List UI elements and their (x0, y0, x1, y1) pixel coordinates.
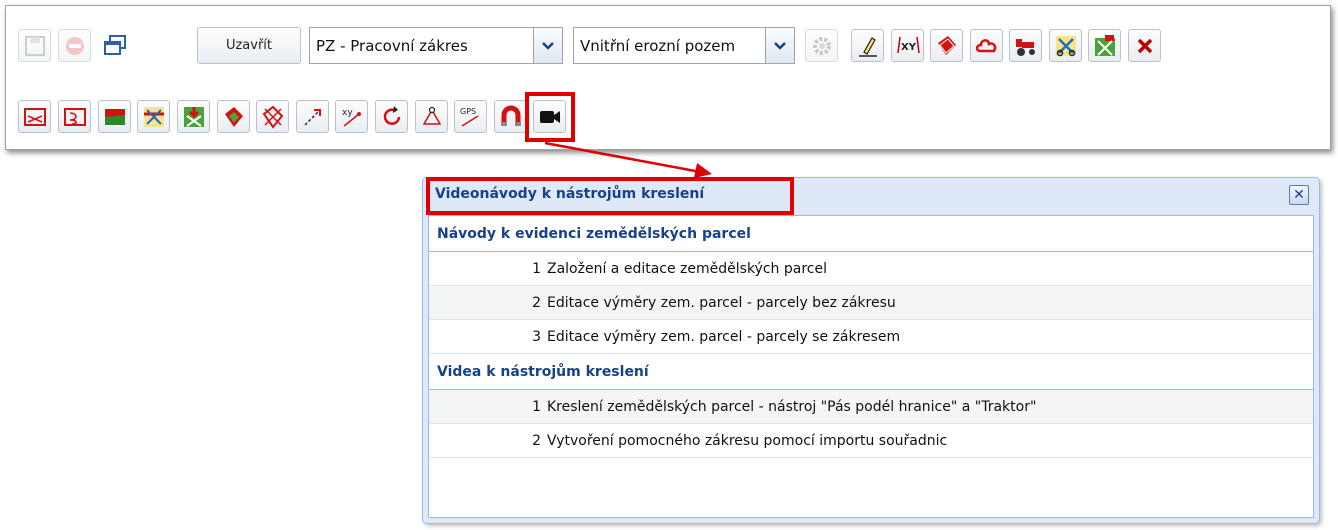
close-panel-button[interactable]: ✕ (1289, 185, 1309, 205)
tutorial-number: 1 (532, 399, 541, 415)
section-header: Videa k nástrojům kreslení (429, 354, 1313, 390)
tutorial-row[interactable]: 2 Editace výměry zem. parcel - parcely b… (429, 286, 1313, 320)
panel-body: Návody k evidenci zemědělských parcel 1 … (428, 215, 1314, 518)
tutorial-link[interactable]: Editace výměry zem. parcel - parcely bez… (547, 286, 896, 320)
tutorial-link[interactable]: Vytvoření pomocného zákresu pomocí impor… (547, 424, 947, 458)
tutorial-number: 2 (532, 295, 541, 311)
tutorial-row[interactable]: 1 Kreslení zemědělských parcel - nástroj… (429, 390, 1313, 424)
title-highlight-box (426, 177, 794, 215)
tutorial-row[interactable]: 1 Založení a editace zemědělských parcel (429, 252, 1313, 286)
tutorial-number: 3 (532, 329, 541, 345)
tutorial-number: 2 (532, 433, 541, 449)
tutorial-number: 1 (532, 261, 541, 277)
tutorial-link[interactable]: Založení a editace zemědělských parcel (547, 252, 827, 286)
tutorial-link[interactable]: Editace výměry zem. parcel - parcely se … (547, 320, 900, 354)
tutorial-row[interactable]: 2 Vytvoření pomocného zákresu pomocí imp… (429, 424, 1313, 458)
tutorial-link[interactable]: Kreslení zemědělských parcel - nástroj "… (547, 390, 1036, 424)
tutorial-row[interactable]: 3 Editace výměry zem. parcel - parcely s… (429, 320, 1313, 354)
section-header: Návody k evidenci zemědělských parcel (429, 216, 1313, 252)
video-tutorials-panel: Videonávody k nástrojům kreslení ✕ Návod… (422, 177, 1320, 524)
